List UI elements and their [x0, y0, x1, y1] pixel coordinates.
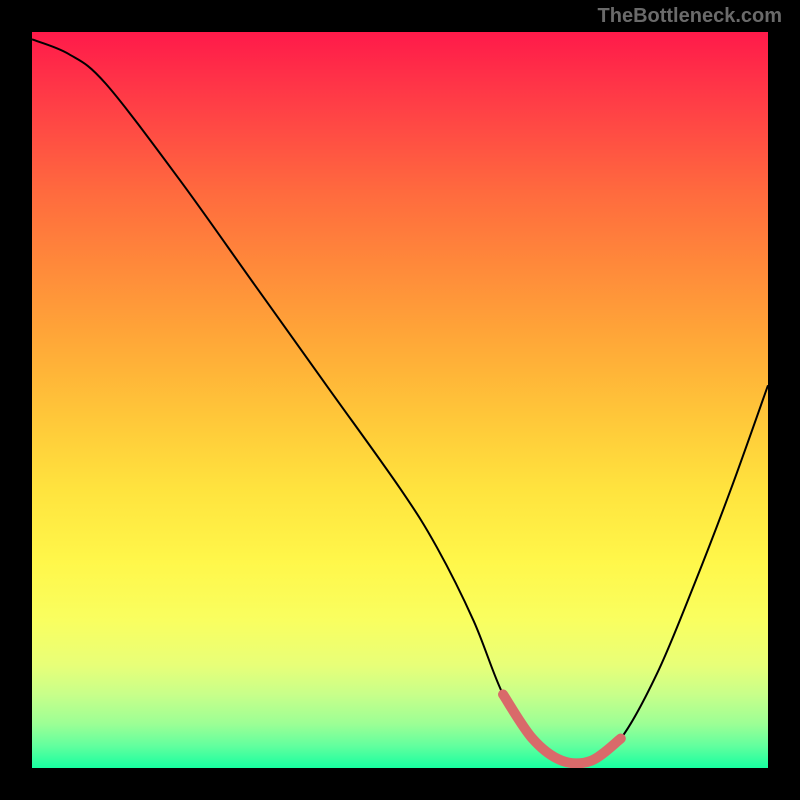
optimal-range-highlight	[503, 694, 621, 763]
chart-plot-area	[32, 32, 768, 768]
bottleneck-chart	[32, 32, 768, 768]
bottleneck-curve-line	[32, 39, 768, 763]
watermark-text: TheBottleneck.com	[598, 5, 782, 28]
